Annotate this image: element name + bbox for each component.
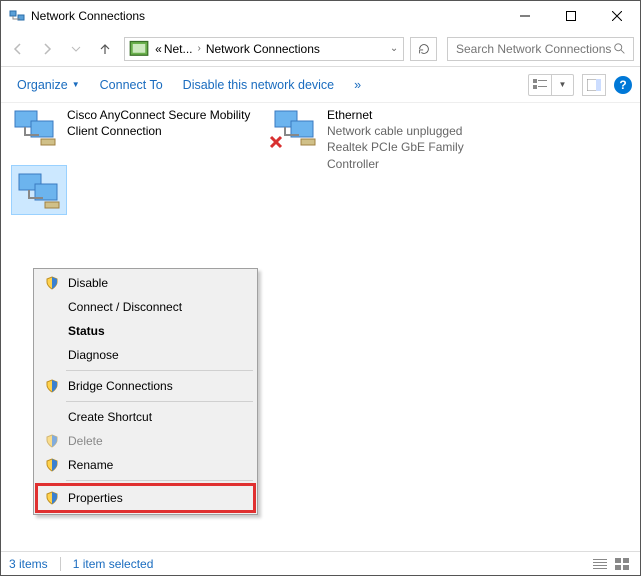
overflow-button[interactable]: »	[346, 74, 369, 96]
menu-item-shortcut[interactable]: Create Shortcut	[36, 405, 255, 429]
help-button[interactable]: ?	[614, 76, 632, 94]
close-button[interactable]	[594, 1, 640, 31]
minimize-button[interactable]	[502, 1, 548, 31]
view-options-button[interactable]: ▼	[528, 74, 574, 96]
menu-item-rename[interactable]: Rename	[36, 453, 255, 477]
menu-item-delete: Delete	[36, 429, 255, 453]
network-connections-icon	[9, 8, 25, 24]
status-bar: 3 items 1 item selected	[1, 551, 640, 575]
navigation-bar: « Net... › Network Connections ⌄	[1, 31, 640, 67]
control-panel-icon	[129, 39, 149, 59]
titlebar: Network Connections	[1, 1, 640, 31]
address-dropdown[interactable]: ⌄	[385, 43, 403, 54]
connection-status: Network cable unplugged	[327, 123, 511, 139]
menu-separator	[66, 480, 253, 481]
connection-name: Cisco AnyConnect Secure Mobility Client …	[67, 107, 251, 139]
breadcrumb-folder-1[interactable]: « Net...	[153, 42, 194, 56]
connection-icon	[15, 170, 63, 210]
chevron-right-icon[interactable]: ›	[195, 43, 204, 54]
context-menu: Disable Connect / Disconnect Status Diag…	[33, 268, 258, 515]
connection-icon	[271, 107, 319, 147]
back-button[interactable]	[5, 35, 32, 63]
shield-icon	[44, 433, 60, 449]
address-bar[interactable]: « Net... › Network Connections ⌄	[124, 37, 404, 61]
disconnected-x-icon	[269, 135, 283, 149]
search-input[interactable]	[454, 41, 613, 57]
menu-separator	[66, 401, 253, 402]
recent-locations-button[interactable]	[63, 35, 90, 63]
status-selected-count: 1 item selected	[73, 557, 154, 571]
connection-item-cisco-selected[interactable]	[11, 165, 67, 215]
breadcrumb-folder-2[interactable]: Network Connections	[204, 42, 322, 56]
up-button[interactable]	[91, 35, 118, 63]
window-title: Network Connections	[31, 9, 502, 23]
shield-icon	[44, 457, 60, 473]
connect-to-button[interactable]: Connect To	[92, 74, 171, 96]
large-icons-view-button[interactable]	[612, 556, 632, 572]
content-area: Cisco AnyConnect Secure Mobility Client …	[1, 103, 640, 549]
maximize-button[interactable]	[548, 1, 594, 31]
menu-separator	[66, 370, 253, 371]
command-bar: Organize ▼ Connect To Disable this netwo…	[1, 67, 640, 103]
status-item-count: 3 items	[9, 557, 48, 571]
shield-icon	[44, 378, 60, 394]
shield-icon	[44, 275, 60, 291]
menu-item-bridge[interactable]: Bridge Connections	[36, 374, 255, 398]
connection-icon	[11, 107, 59, 147]
disable-device-button[interactable]: Disable this network device	[175, 74, 342, 96]
organize-menu[interactable]: Organize ▼	[9, 74, 88, 96]
connection-device: Realtek PCIe GbE Family Controller	[327, 139, 511, 171]
refresh-button[interactable]	[410, 37, 437, 61]
menu-item-properties[interactable]: Properties	[36, 484, 255, 512]
preview-pane-button[interactable]	[582, 74, 606, 96]
menu-item-disable[interactable]: Disable	[36, 271, 255, 295]
shield-icon	[44, 490, 60, 506]
details-view-button[interactable]	[590, 556, 610, 572]
window-controls	[502, 1, 640, 31]
menu-item-status[interactable]: Status	[36, 319, 255, 343]
search-icon	[613, 42, 627, 56]
connection-name: Ethernet	[327, 107, 511, 123]
forward-button[interactable]	[34, 35, 61, 63]
menu-item-diagnose[interactable]: Diagnose	[36, 343, 255, 367]
search-box[interactable]	[447, 37, 634, 61]
menu-item-connect-disconnect[interactable]: Connect / Disconnect	[36, 295, 255, 319]
connection-item-ethernet[interactable]: Ethernet Network cable unplugged Realtek…	[271, 107, 511, 172]
connection-item-cisco[interactable]: Cisco AnyConnect Secure Mobility Client …	[11, 107, 251, 147]
